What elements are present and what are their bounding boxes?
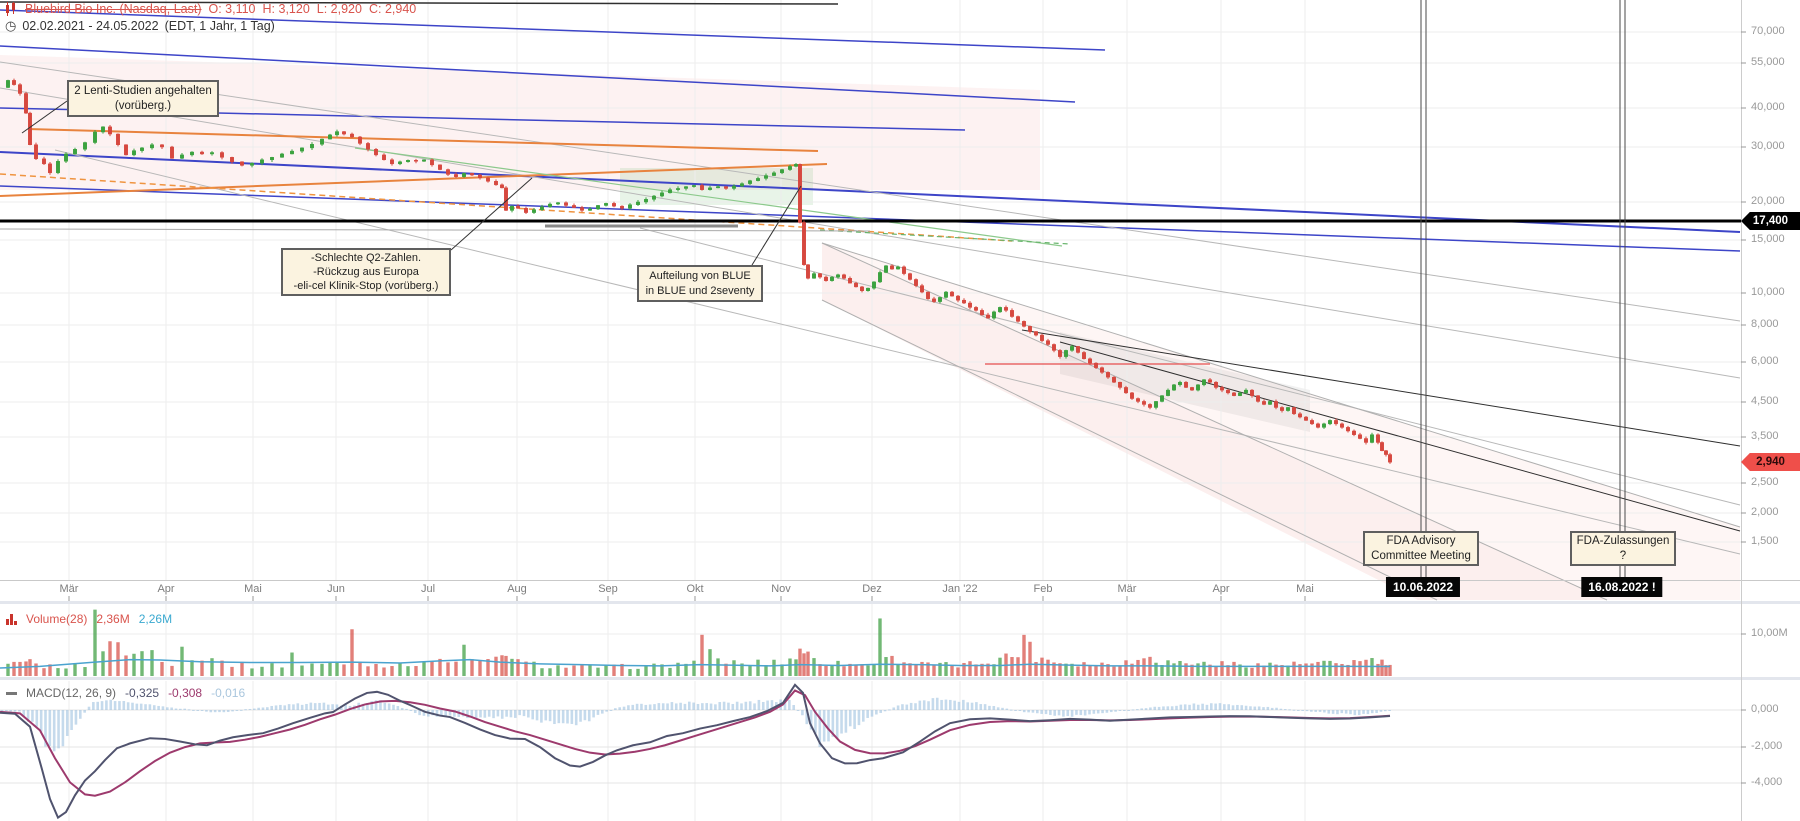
event-date-badge: 16.08.2022 !: [1581, 577, 1663, 597]
date-range-meta: (EDT, 1 Jahr, 1 Tag): [164, 19, 275, 33]
annotation-text: Aufteilung von BLUE: [649, 270, 751, 283]
price-axis-label[interactable]: 2,000: [1751, 506, 1779, 518]
volume-value: 2,36M: [96, 612, 130, 626]
ohlc-open: O: 3,110: [208, 2, 256, 16]
time-axis-label[interactable]: Apr: [1212, 583, 1229, 595]
annotation-q2[interactable]: -Schlechte Q2-Zahlen. -Rückzug aus Europa…: [281, 248, 451, 296]
annotation-text: 2 Lenti-Studien angehalten: [74, 84, 212, 97]
annotation-fda-approval[interactable]: FDA-Zulassungen?: [1570, 531, 1676, 566]
time-axis-label[interactable]: Jul: [421, 583, 435, 595]
candlestick-icon: [6, 2, 15, 16]
annotation-text: in BLUE und 2seventy: [645, 284, 755, 297]
time-axis-label[interactable]: Sep: [598, 583, 618, 595]
volume-legend[interactable]: Volume(28) 2,36M 2,26M: [6, 612, 172, 626]
chart-application: Bluebird Bio Inc. (Nasdaq, Last) O: 3,11…: [0, 0, 1800, 821]
volume-label: Volume(28): [26, 612, 88, 626]
clock-icon: ◷: [5, 18, 17, 33]
macd-axis-label[interactable]: -2,000: [1751, 740, 1782, 752]
annotation-text: Committee Meeting: [1371, 549, 1471, 562]
price-axis-label[interactable]: 70,000: [1751, 25, 1785, 37]
event-date-badge: 10.06.2022: [1385, 577, 1461, 597]
time-axis-label[interactable]: Apr: [157, 583, 174, 595]
time-axis-label[interactable]: Okt: [686, 583, 703, 595]
price-axis-label[interactable]: 4,500: [1751, 395, 1779, 407]
annotation-text: FDA Advisory: [1386, 534, 1456, 547]
price-axis-label[interactable]: 6,000: [1751, 355, 1779, 367]
time-axis-label[interactable]: Mai: [1296, 583, 1314, 595]
annotation-text: -Rückzug aus Europa: [313, 265, 419, 278]
time-axis-label[interactable]: Nov: [771, 583, 791, 595]
time-axis-label[interactable]: Mär: [1118, 583, 1137, 595]
price-axis-label[interactable]: 55,000: [1751, 56, 1785, 68]
price-level-badge: 17,400: [1741, 212, 1800, 230]
time-axis-label[interactable]: Jan '22: [942, 583, 977, 595]
price-axis-label[interactable]: 8,000: [1751, 318, 1779, 330]
ohlc-close: C: 2,940: [368, 2, 417, 16]
time-axis-label[interactable]: Aug: [507, 583, 527, 595]
price-axis-label[interactable]: 40,000: [1751, 101, 1785, 113]
annotation-text: -Schlechte Q2-Zahlen.: [310, 251, 422, 264]
annotation-lenti[interactable]: 2 Lenti-Studien angehalten (vorüberg.): [67, 80, 219, 117]
chart-canvas[interactable]: [0, 0, 1800, 821]
macd-label: MACD(12, 26, 9): [26, 686, 117, 700]
time-axis-label[interactable]: Dez: [862, 583, 882, 595]
macd-axis-label[interactable]: -4,000: [1751, 776, 1782, 788]
ohlc-high: H: 3,120: [262, 2, 310, 16]
date-range-row: ◷ 02.02.2021 - 24.05.2022 (EDT, 1 Jahr, …: [5, 18, 275, 34]
price-axis-label[interactable]: 2,500: [1751, 476, 1779, 488]
instrument-header: Bluebird Bio Inc. (Nasdaq, Last) O: 3,11…: [5, 2, 416, 16]
time-axis-label[interactable]: Jun: [327, 583, 345, 595]
time-axis-label[interactable]: Mai: [244, 583, 262, 595]
price-axis-label[interactable]: 3,500: [1751, 430, 1779, 442]
volume-pane[interactable]: [0, 609, 1392, 676]
volume-icon: [6, 613, 17, 625]
macd-icon: [6, 691, 17, 695]
price-axis-label[interactable]: 20,000: [1751, 195, 1785, 207]
time-axis-label[interactable]: Feb: [1034, 583, 1053, 595]
volume-axis-label[interactable]: 10,00M: [1751, 627, 1788, 639]
last-price-badge: 2,940: [1741, 453, 1800, 471]
instrument-name[interactable]: Bluebird Bio Inc. (Nasdaq, Last): [25, 2, 201, 16]
annotation-fda-meeting[interactable]: FDA Advisory Committee Meeting: [1363, 531, 1479, 566]
date-range: 02.02.2021 - 24.05.2022: [22, 19, 159, 33]
price-axis-label[interactable]: 10,000: [1751, 286, 1785, 298]
volume-ma-value: 2,26M: [138, 612, 173, 626]
macd-axis-label[interactable]: 0,000: [1751, 703, 1779, 715]
time-axis-label[interactable]: Mär: [60, 583, 79, 595]
price-axis-label[interactable]: 15,000: [1751, 233, 1785, 245]
annotation-split[interactable]: Aufteilung von BLUE in BLUE und 2seventy: [637, 265, 763, 302]
price-axis-label[interactable]: 1,500: [1751, 535, 1779, 547]
annotation-text: FDA-Zulassungen: [1576, 534, 1670, 547]
ohlc-low: L: 2,920: [316, 2, 362, 16]
macd-signal-value: -0,308: [168, 686, 203, 700]
annotation-text: ?: [1619, 549, 1627, 562]
macd-legend[interactable]: MACD(12, 26, 9) -0,325 -0,308 -0,016: [6, 686, 245, 700]
annotation-text: (vorüberg.): [114, 99, 172, 112]
macd-hist-value: -0,016: [211, 686, 246, 700]
macd-value: -0,325: [125, 686, 160, 700]
annotation-text: -eli-cel Klinik-Stop (vorüberg.): [293, 280, 439, 293]
price-pane-background[interactable]: [0, 55, 1740, 600]
price-axis-label[interactable]: 30,000: [1751, 140, 1785, 152]
